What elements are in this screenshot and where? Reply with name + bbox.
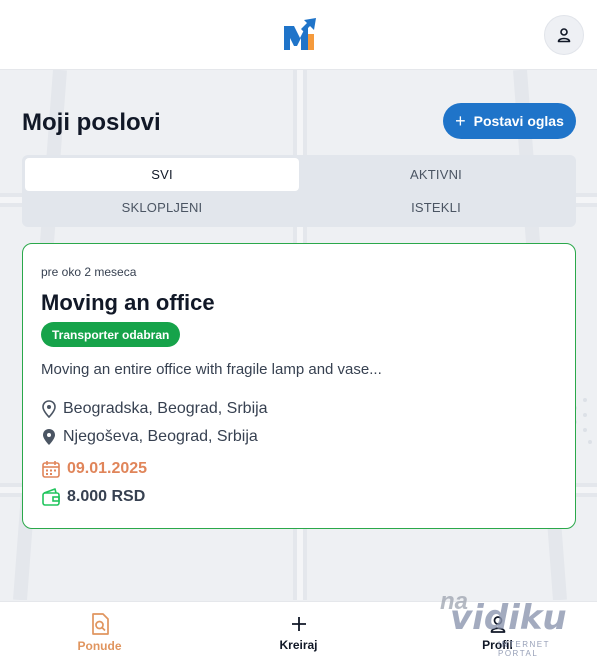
posted-time: pre oko 2 meseca [41,265,137,279]
map-pin-icon [42,400,56,418]
nav-profil[interactable]: Profil [398,602,597,664]
calendar-icon [42,461,60,478]
tab-istekli[interactable]: ISTEKLI [299,191,573,224]
page-header: Moji poslovi + Postavi oglas [22,103,576,139]
dropoff-address: Njegoševa, Beograd, Srbija [63,428,258,445]
job-description: Moving an entire office with fragile lam… [41,361,382,378]
dropoff-location: Njegoševa, Beograd, Srbija [41,428,258,446]
post-ad-button[interactable]: + Postavi oglas [443,103,576,139]
bottom-navigation: Ponude Kreiraj Profil [0,601,597,664]
job-filter-tabs: SVI AKTIVNI SKLOPLJENI ISTEKLI [22,155,576,227]
tab-aktivni[interactable]: AKTIVNI [299,158,573,191]
user-icon [557,28,571,43]
nav-kreiraj[interactable]: Kreiraj [199,602,398,664]
pickup-address: Beogradska, Beograd, Srbija [63,400,268,417]
nav-ponude[interactable]: Ponude [0,602,199,664]
job-price-value: 8.000 RSD [67,488,146,505]
status-badge: Transporter odabran [41,322,181,347]
user-icon [490,616,505,633]
tab-svi[interactable]: SVI [25,158,299,191]
post-ad-label: Postavi oglas [473,113,564,129]
plus-icon [291,617,306,631]
plus-icon: + [455,111,466,131]
job-date-value: 09.01.2025 [67,460,148,477]
offers-icon [91,613,109,635]
tab-sklopljeni[interactable]: SKLOPLJENI [25,191,299,224]
wallet-icon [42,488,60,506]
map-pin-icon [43,429,55,445]
page-title: Moji poslovi [22,109,161,136]
m-arrow-logo-icon[interactable] [282,16,318,52]
nav-profil-label: Profil [482,638,513,652]
top-bar [0,0,597,70]
job-card[interactable]: pre oko 2 meseca Moving an office Transp… [22,243,576,529]
job-title: Moving an office [41,290,215,315]
nav-ponude-label: Ponude [77,639,122,653]
nav-kreiraj-label: Kreiraj [279,638,318,652]
pickup-location: Beogradska, Beograd, Srbija [41,400,268,418]
profile-button[interactable] [544,15,584,55]
job-date: 09.01.2025 [41,459,147,479]
job-price: 8.000 RSD [41,487,145,507]
